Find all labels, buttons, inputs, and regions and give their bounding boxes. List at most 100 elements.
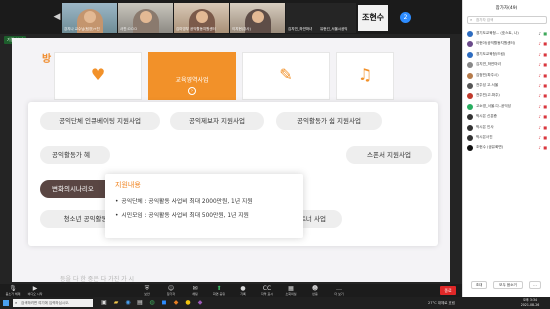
participant-row[interactable]: 경기도교육청... (호스트, 나) ♪ ■ (465, 29, 549, 39)
app-icon[interactable]: ◆ (172, 299, 180, 307)
participant-row[interactable]: 전주민(고.파주) ♪ ■ (465, 91, 549, 101)
video-off-icon[interactable]: ■ (543, 104, 547, 109)
video-off-icon[interactable]: ■ (543, 125, 547, 130)
mic-muted-icon[interactable]: ♪ (538, 41, 541, 46)
participant-video-tile[interactable]: 이지현(강사) (230, 3, 285, 33)
participant-row[interactable]: 김정민(파주시) ♪ ■ (465, 71, 549, 81)
participant-name-tile[interactable]: 유현선_서울시공익 (318, 3, 356, 33)
toolbar-label: 음소거 해제 (5, 292, 21, 296)
mic-muted-icon[interactable]: ♪ (538, 135, 541, 140)
zoom-app-icon[interactable]: ◼ (160, 299, 168, 307)
breakout-rooms-button[interactable]: ▦ 소회의실 (280, 285, 302, 296)
category-card[interactable]: ✎ (242, 52, 330, 100)
video-off-icon[interactable]: ■ (543, 114, 547, 119)
caption-button[interactable]: CC 자막 표시 (256, 285, 278, 296)
video-off-icon[interactable]: ■ (543, 93, 547, 98)
program-pill[interactable]: 공익제보자 지원사업 (170, 112, 264, 130)
mic-muted-icon[interactable]: ♪ (538, 125, 541, 130)
security-button[interactable]: ⛨ 보안 (136, 285, 158, 296)
participant-row[interactable]: 박시은사진 ♪ ■ (465, 133, 549, 143)
video-off-icon[interactable]: ■ (543, 73, 547, 78)
participants-button[interactable]: ☺ 참가자 (160, 285, 182, 296)
record-icon: ● (240, 285, 246, 292)
participant-video-tile[interactable]: 사진:ㅁㅁㅁ (118, 3, 173, 33)
mic-muted-icon[interactable]: ♪ (538, 62, 541, 67)
participant-video-tile[interactable]: 김미영부 공익활동지원센터 (174, 3, 229, 33)
video-button[interactable]: ▶ 비디오 시작 (24, 285, 46, 296)
share-icon: ⬆ (216, 285, 222, 292)
participant-row[interactable]: 박시은 신분증 ♪ ■ (465, 112, 549, 122)
windows-taskbar: ⌕ 검색하려면 여기에 입력하십시오. ▣ ▰ ◉ ▤ ◍ ◼ ◆ ● ◆ 27… (0, 297, 550, 309)
participant-row[interactable]: 전주성 고.서울 ♪ ■ (465, 81, 549, 91)
participant-name: 박시은 신분증 (476, 114, 497, 119)
mic-muted-icon[interactable]: ♪ (538, 83, 541, 88)
taskbar-clock[interactable]: 오후 3:34 2021-08-26 (515, 298, 545, 308)
chrome-icon[interactable]: ◍ (148, 299, 156, 307)
toolbar-label: 반응 (312, 292, 318, 296)
mic-muted-icon[interactable]: ♪ (538, 114, 541, 119)
next-page-button[interactable]: 2 (400, 12, 411, 23)
taskbar-search-input[interactable]: ⌕ 검색하려면 여기에 입력하십시오. (13, 299, 93, 307)
more-button[interactable]: … 더 보기 (328, 285, 350, 296)
program-pill[interactable]: 스폰서 지원사업 (346, 146, 432, 164)
participant-name: 고소영_서울.다..공익성 (476, 103, 511, 108)
chat-icon: ✉ (192, 285, 198, 292)
video-icon[interactable]: ■ (543, 31, 547, 36)
participant-search-input[interactable]: ⌕ 참가자 검색 (467, 16, 547, 24)
weather-status[interactable]: 27°C 대체로 흐림 (428, 299, 455, 307)
end-meeting-button[interactable]: 종료 (440, 286, 456, 295)
participant-row[interactable]: 조현수 (공유화면) ♪ ■ (465, 143, 549, 153)
participant-row[interactable]: 고소영_서울.다..공익성 ♪ ■ (465, 102, 549, 112)
mic-muted-icon[interactable]: ♪ (538, 145, 541, 150)
mic-muted-icon[interactable]: ♪ (538, 104, 541, 109)
program-pill[interactable]: 공익활동가 쉼 지원사업 (276, 112, 382, 130)
shield-icon: ⛨ (144, 285, 150, 292)
participant-video-tile[interactable]: 강지나 교수님(팀장)+진 (62, 3, 117, 33)
shared-screen: 기원 보기 방 ♥ 교육영역사업 › ✎ ♫ 공익단체 인큐베이팅 지원 (0, 34, 462, 284)
category-card[interactable]: ♥ (54, 52, 142, 100)
mic-icon[interactable]: ♪ (538, 31, 541, 36)
participant-row[interactable]: 김지연_하얀마녀 ♪ ■ (465, 60, 549, 70)
reactions-button[interactable]: ☻ 반응 (304, 285, 326, 296)
category-card-active[interactable]: 교육영역사업 › (148, 52, 236, 100)
avatar (467, 93, 473, 100)
share-screen-button[interactable]: ⬆ 화면 공유 (208, 285, 230, 296)
program-pill[interactable]: 공익단체 인큐베이팅 지원사업 (40, 112, 160, 130)
edge-icon[interactable]: ◉ (124, 299, 132, 307)
more-icon: … (336, 285, 342, 292)
category-card[interactable]: ♫ (336, 52, 394, 100)
participant-row[interactable]: 경기도교육청(드림) ♪ ■ (465, 50, 549, 60)
video-off-icon[interactable]: ■ (543, 62, 547, 67)
record-button[interactable]: ● 기록 (232, 285, 254, 296)
store-icon[interactable]: ▤ (136, 299, 144, 307)
video-off-icon[interactable]: ■ (543, 135, 547, 140)
mic-muted-icon[interactable]: ♪ (538, 52, 541, 57)
more-options-button[interactable]: ... (529, 281, 541, 289)
windows-start-icon[interactable] (3, 300, 9, 306)
invite-button[interactable]: 초대 (471, 281, 487, 289)
mic-muted-icon[interactable]: ♪ (538, 93, 541, 98)
task-view-icon[interactable]: ▣ (100, 299, 108, 307)
mute-all-button[interactable]: 모두 음소거 (493, 281, 523, 289)
chat-button[interactable]: ✉ 채팅 (184, 285, 206, 296)
program-pill[interactable]: 공익활동가 혜 (40, 146, 110, 164)
video-off-icon[interactable]: ■ (543, 83, 547, 88)
rooms-icon: ▦ (288, 285, 294, 292)
participant-row[interactable]: 이현아(공익활동지원센터) ♪ ■ (465, 39, 549, 49)
mute-button[interactable]: 🎙 음소거 해제 (2, 285, 24, 296)
mic-muted-icon[interactable]: ♪ (538, 73, 541, 78)
chevron-left-icon[interactable]: ◀ (52, 10, 62, 24)
kakao-icon[interactable]: ● (184, 299, 192, 307)
video-off-icon[interactable]: ■ (543, 145, 547, 150)
video-icon: ▶ (32, 285, 38, 292)
file-explorer-icon[interactable]: ▰ (112, 299, 120, 307)
video-off-icon[interactable]: ■ (543, 41, 547, 46)
participant-name-tile-large[interactable]: 조현수 (358, 5, 388, 31)
participants-panel: 참가자(49) ⌕ 참가자 검색 경기도교육청... (호스트, 나) ♪ ■ 이현… (462, 0, 550, 297)
participant-row[interactable]: 박시은 인사 ♪ ■ (465, 123, 549, 133)
video-off-icon[interactable]: ■ (543, 52, 547, 57)
page-footer-text: 등을 다 한 중은 다 가진 가 시 (60, 276, 135, 282)
participant-name: 김정민(파주시) (476, 72, 499, 77)
search-placeholder: 참가자 검색 (476, 18, 494, 22)
app-icon[interactable]: ◆ (196, 299, 204, 307)
